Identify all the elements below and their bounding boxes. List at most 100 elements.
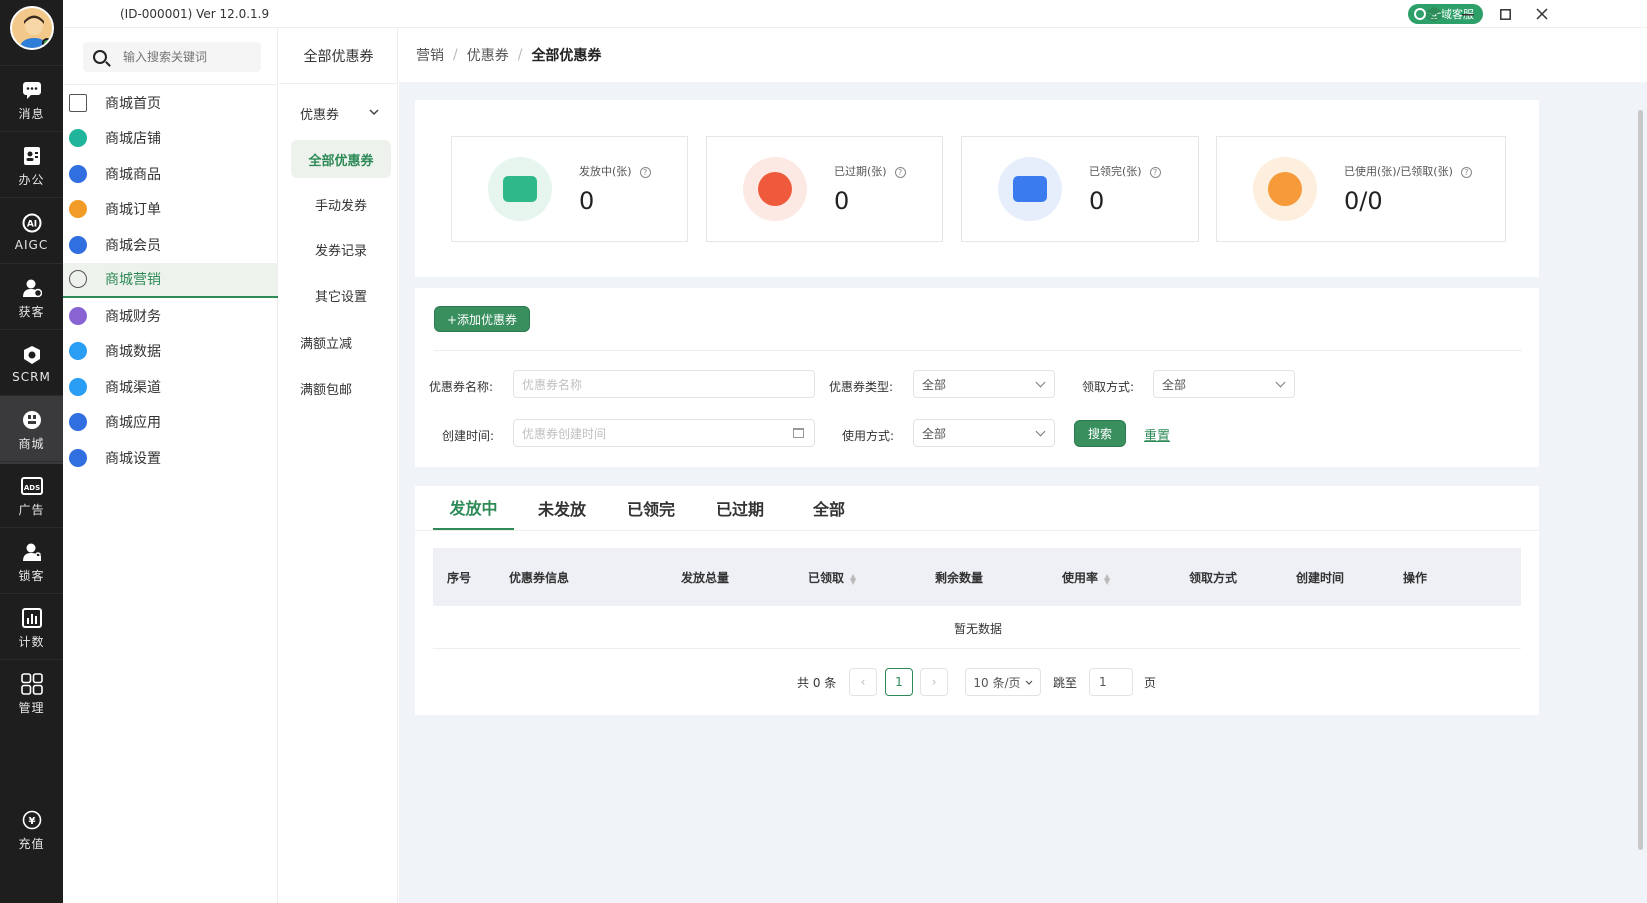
chevron-down-icon [369, 108, 379, 119]
claimed-icon [998, 157, 1062, 221]
scrollbar[interactable] [1638, 110, 1643, 850]
breadcrumb-item[interactable]: 营销 [416, 45, 444, 65]
minimize-button[interactable] [1457, 4, 1479, 24]
nav-item[interactable]: 商城商品 [63, 156, 278, 192]
help-icon[interactable]: ? [1149, 167, 1161, 178]
ads-icon: ADS [20, 475, 43, 497]
rail-item-ads[interactable]: ADS 广告 [0, 461, 63, 530]
subnav-item-issue-records[interactable]: 发券记录 [291, 230, 391, 268]
help-icon[interactable]: ? [1460, 167, 1472, 178]
jump-page-input[interactable]: 1 [1089, 668, 1133, 696]
rail-item-count[interactable]: 计数 [0, 593, 63, 662]
expired-icon [743, 157, 807, 221]
coupon-send-icon [488, 157, 552, 221]
tab-all[interactable]: 全部 [790, 486, 868, 530]
search-button[interactable]: 搜索 [1074, 420, 1126, 447]
subnav-item-all-coupons[interactable]: 全部优惠券 [291, 140, 391, 178]
create-time-input[interactable]: 优惠券创建时间 [513, 419, 815, 447]
sort-icon[interactable]: ▲ ▼ [1104, 572, 1110, 585]
subnav-group-coupon[interactable]: 优惠券 [300, 104, 379, 123]
nav-item-label: 商城会员 [105, 237, 161, 254]
reset-link[interactable]: 重置 [1144, 425, 1170, 444]
column-header-sortable[interactable]: 已领取 ▲ ▼ [808, 569, 856, 586]
subnav-item-free-shipping[interactable]: 满额包邮 [300, 379, 352, 398]
page-size-value: 10 条/页 [973, 675, 1021, 690]
rail-item-aigc[interactable]: AI AIGC [0, 197, 63, 266]
tab-expired[interactable]: 已过期 [701, 486, 779, 530]
stat-used-claimed: 已使用(张)/已领取(张)? 0/0 [1216, 136, 1506, 242]
subnav-item-full-reduction[interactable]: 满额立减 [300, 333, 352, 352]
rail-item-lock-customer[interactable]: 锁客 [0, 527, 63, 596]
nav-item[interactable]: 商城渠道 [63, 369, 278, 405]
rail-item-acquire[interactable]: 获客 [0, 263, 63, 332]
claim-method-select[interactable]: 全部 [1153, 370, 1295, 398]
stat-claimed-out: 已领完(张)? 0 [961, 136, 1199, 242]
rail-item-recharge[interactable]: ¥ 充值 [0, 796, 63, 865]
use-method-label: 使用方式: [842, 429, 895, 443]
sort-icon[interactable]: ▲ ▼ [850, 572, 856, 585]
next-page-button[interactable]: › [920, 668, 948, 696]
rail-item-manage[interactable]: 管理 [0, 659, 63, 728]
help-icon[interactable]: ? [639, 167, 651, 178]
subnav-item-other-settings[interactable]: 其它设置 [291, 276, 391, 314]
coupon-name-label: 优惠券名称: [429, 380, 494, 394]
filter-card: +添加优惠券 优惠券名称: 优惠券名称 优惠券类型: 全部 领取方式: 全部 创… [415, 288, 1539, 467]
nav-item[interactable]: 商城设置 [63, 440, 278, 476]
rail-label: 商城 [18, 436, 45, 451]
tab-claimed-out[interactable]: 已领完 [612, 486, 690, 530]
main-content: 营销 / 优惠券 / 全部优惠券 发放中(张)? 0 已过期(张)? 0 已领完… [399, 28, 1647, 903]
rail-label: 管理 [18, 700, 45, 715]
tab-not-issued[interactable]: 未发放 [523, 486, 601, 530]
rail-item-office[interactable]: 办公 [0, 131, 63, 200]
nav-item[interactable]: 商城应用 [63, 405, 278, 441]
create-time-label: 创建时间: [442, 429, 495, 443]
maximize-button[interactable] [1494, 4, 1516, 24]
stat-value: 0/0 [1344, 187, 1383, 215]
tab-issuing[interactable]: 发放中 [433, 486, 514, 530]
search-input[interactable] [123, 50, 253, 64]
stat-expired: 已过期(张)? 0 [706, 136, 943, 242]
nav-item-label: 商城店铺 [105, 131, 161, 148]
home-icon [69, 93, 87, 112]
nav-item-label: 商城首页 [105, 95, 161, 112]
rail-item-messages[interactable]: 消息 [0, 65, 63, 134]
nav-item[interactable]: 商城数据 [63, 334, 278, 370]
user-avatar[interactable] [10, 6, 54, 50]
add-coupon-button[interactable]: +添加优惠券 [434, 306, 530, 332]
coupon-type-select[interactable]: 全部 [913, 370, 1055, 398]
nav-item[interactable]: 商城订单 [63, 192, 278, 228]
version-text: (ID-000001) Ver 12.0.1.9 [120, 7, 270, 21]
total-count: 共 0 条 [797, 675, 837, 690]
prev-page-button[interactable]: ‹ [849, 668, 877, 696]
rail-label: 充值 [18, 837, 45, 851]
rail-item-scrm[interactable]: SCRM [0, 329, 63, 398]
column-header: 优惠券信息 [509, 571, 570, 585]
nav-search[interactable] [83, 42, 261, 72]
page-number-button[interactable]: 1 [885, 668, 913, 696]
title-bar: (ID-000001) Ver 12.0.1.9 全域客服 [63, 0, 1647, 28]
nav-item[interactable]: 商城财务 [63, 298, 278, 334]
column-header-sortable[interactable]: 使用率 ▲ ▼ [1062, 569, 1110, 586]
close-button[interactable] [1531, 4, 1553, 24]
rail-label: AIGC [14, 238, 49, 252]
empty-state: 暂无数据 [953, 622, 1002, 636]
nav-item[interactable]: 商城店铺 [63, 121, 278, 157]
column-header: 剩余数量 [935, 571, 984, 585]
subnav-item-manual-issue[interactable]: 手动发券 [291, 185, 391, 223]
rail-label: 消息 [18, 106, 45, 121]
use-method-select[interactable]: 全部 [913, 419, 1055, 447]
stat-value: 0 [1089, 187, 1105, 215]
divider [434, 350, 1522, 351]
stats-card: 发放中(张)? 0 已过期(张)? 0 已领完(张)? 0 已使用(张)/已领取… [415, 100, 1539, 277]
nav-item[interactable]: 商城营销 [63, 262, 278, 298]
nav-item[interactable]: 商城首页 [63, 85, 278, 121]
layers-icon[interactable] [1423, 4, 1445, 24]
rail-item-store[interactable]: 商城 [0, 395, 63, 464]
page-size-select[interactable]: 10 条/页 [965, 668, 1041, 696]
help-icon[interactable]: ? [894, 167, 906, 178]
nav-item[interactable]: 商城会员 [63, 227, 278, 263]
breadcrumb-item[interactable]: 优惠券 [467, 45, 509, 65]
coupon-name-input[interactable]: 优惠券名称 [513, 370, 815, 398]
divider [433, 648, 1521, 649]
rail-label: 广告 [18, 502, 45, 517]
